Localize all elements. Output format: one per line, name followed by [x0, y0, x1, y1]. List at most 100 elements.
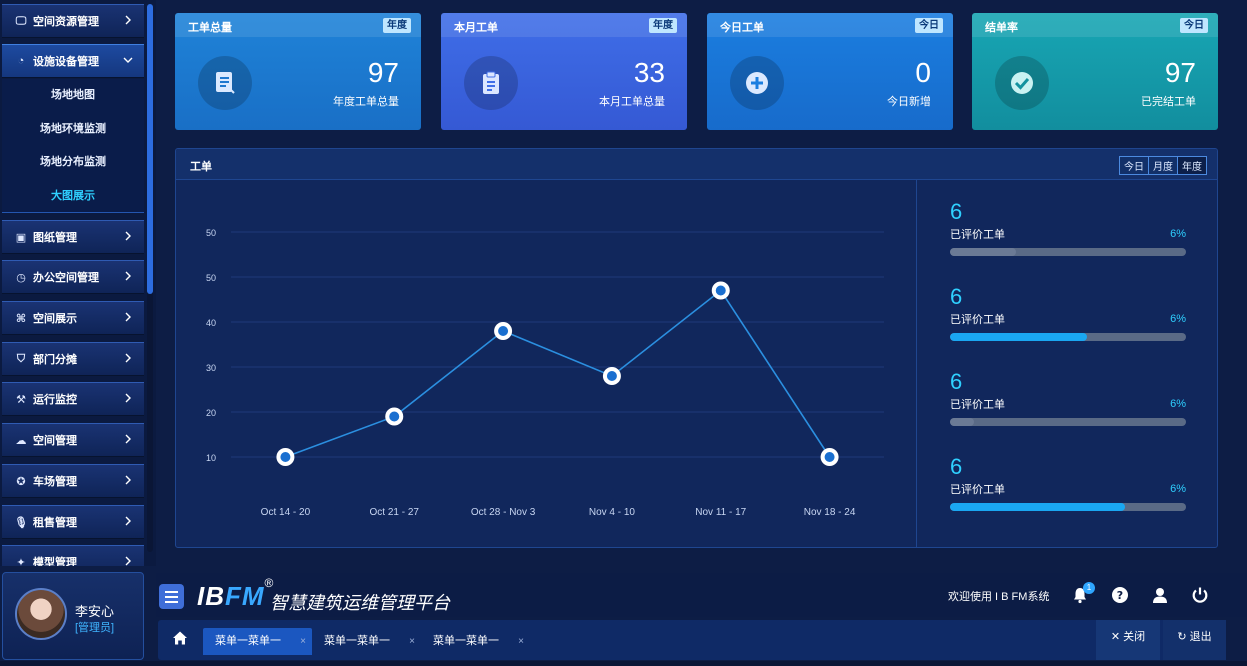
- chevron-right-icon: [125, 434, 131, 444]
- tab-year[interactable]: 年度: [1178, 157, 1206, 174]
- period-tabs: 今日 月度 年度: [1119, 156, 1207, 175]
- microphone-icon: 🎙: [14, 516, 28, 529]
- sidebar-item-space-resources[interactable]: 🖵 空间资源管理: [2, 4, 144, 38]
- chevron-right-icon: [125, 393, 131, 403]
- submenu-item-site-map[interactable]: 场地地图: [2, 79, 144, 113]
- progress-percent: 6%: [1170, 313, 1186, 325]
- card-badge: 年度: [383, 18, 411, 33]
- tab-today[interactable]: 今日: [1120, 157, 1149, 174]
- tab-month[interactable]: 月度: [1149, 157, 1178, 174]
- sidebar-item-parking[interactable]: ✪ 车场管理: [2, 464, 144, 498]
- facilities-submenu: 场地地图 场地环境监测 场地分布监测 大图展示: [2, 79, 144, 213]
- x-tick-label: Nov 4 - 10: [589, 507, 636, 518]
- stat-card-today-orders: 今日工单 今日 0 今日新增: [707, 13, 953, 130]
- close-icon[interactable]: ×: [409, 628, 415, 655]
- brand-logo: IBFM®: [197, 576, 274, 612]
- submenu-item-environment-monitor[interactable]: 场地环境监测: [2, 113, 144, 147]
- data-point: [606, 371, 617, 381]
- sidebar-item-label: 空间资源管理: [33, 16, 99, 28]
- basket-icon: ⛉: [16, 352, 26, 365]
- card-title: 今日工单: [720, 22, 764, 34]
- progress-value: 6: [950, 199, 963, 224]
- sidebar-item-space-display[interactable]: ⌘ 空间展示: [2, 301, 144, 335]
- submenu-item-big-screen[interactable]: 大图展示: [2, 180, 144, 214]
- progress-fill: [950, 503, 1125, 511]
- y-tick-label: 50: [206, 273, 216, 283]
- card-label: 年度工单总量: [333, 96, 399, 108]
- page-tab-2[interactable]: 菜单一菜单一 ×: [312, 628, 421, 655]
- sidebar-item-facilities[interactable]: ◔ 设施设备管理: [2, 44, 144, 78]
- sidebar-item-office-space[interactable]: ◷ 办公空间管理: [2, 260, 144, 294]
- sidebar-item-label: 模型管理: [33, 557, 77, 566]
- progress-value: 6: [950, 369, 963, 394]
- card-label: 已完结工单: [1141, 96, 1196, 108]
- tab-label: 菜单一菜单一: [215, 635, 281, 647]
- logout-button[interactable]: ↻ 退出: [1163, 620, 1226, 660]
- progress-item: 6 已评价工单 6%: [950, 369, 1186, 426]
- power-icon[interactable]: [1191, 586, 1209, 604]
- panel-title: 工单: [190, 161, 212, 173]
- sidebar-item-leasing[interactable]: 🎙 租售管理: [2, 505, 144, 539]
- avatar[interactable]: [15, 588, 67, 640]
- data-point: [715, 285, 726, 296]
- tab-label: 菜单一菜单一: [324, 635, 390, 647]
- card-badge: 今日: [1180, 18, 1208, 33]
- image-icon: ▣: [15, 231, 27, 244]
- menu-toggle-button[interactable]: [159, 584, 184, 609]
- sidebar-item-models[interactable]: ✦ 模型管理: [2, 545, 144, 566]
- cloud-icon: ☁: [15, 434, 27, 447]
- chevron-right-icon: [125, 231, 131, 241]
- y-tick-label: 30: [206, 363, 216, 373]
- sidebar-item-drawings[interactable]: ▣ 图纸管理: [2, 220, 144, 254]
- sidebar-item-label: 图纸管理: [33, 232, 77, 244]
- work-order-line-chart: 10 20 30 40 50 50 Oct 14 - 20 Oct 21 - 27 Oct 28…: [206, 228, 884, 518]
- progress-bar: [950, 418, 1186, 426]
- sidebar-item-operations-monitor[interactable]: ⚒ 运行监控: [2, 382, 144, 416]
- help-icon[interactable]: ?: [1111, 586, 1129, 604]
- chevron-right-icon: [125, 516, 131, 526]
- sidebar-item-label: 空间管理: [33, 435, 77, 447]
- x-tick-label: Oct 28 - Nov 3: [471, 507, 536, 518]
- hamburger-icon: [165, 600, 178, 603]
- card-value: 33: [633, 57, 665, 88]
- user-icon[interactable]: [1151, 586, 1169, 604]
- page-tab-1[interactable]: 菜单一菜单一 ×: [203, 628, 312, 655]
- progress-label: 已评价工单: [950, 399, 1005, 411]
- close-icon[interactable]: ×: [300, 628, 306, 655]
- close-tabs-button[interactable]: ✕ 关闭: [1096, 620, 1160, 660]
- chevron-down-icon: [123, 57, 133, 63]
- data-point: [824, 452, 835, 462]
- series-line: [285, 289, 831, 458]
- command-icon: ⌘: [15, 312, 27, 325]
- y-tick-label: 20: [206, 408, 216, 418]
- card-title: 工单总量: [188, 22, 232, 34]
- chevron-right-icon: [125, 475, 131, 485]
- page-tab-3[interactable]: 菜单一菜单一 ×: [421, 628, 530, 655]
- scrollbar-thumb[interactable]: [147, 4, 153, 294]
- brand-bar: IBFM® 智慧建筑运维管理平台 欢迎使用 I B FM系统 1 ?: [156, 573, 1247, 617]
- y-tick-label: 50: [206, 228, 216, 238]
- bottom-strip: [0, 661, 1247, 666]
- user-card: 李安心 [管理员]: [2, 572, 144, 660]
- data-point: [498, 326, 509, 336]
- card-title: 本月工单: [454, 22, 498, 34]
- progress-fill: [950, 333, 1087, 341]
- home-icon[interactable]: [172, 630, 188, 646]
- sidebar-scrollbar[interactable]: [147, 4, 153, 552]
- progress-fill: [950, 418, 974, 426]
- card-value: 97: [1164, 57, 1196, 88]
- card-label: 本月工单总量: [599, 96, 665, 108]
- progress-percent: 6%: [1170, 228, 1186, 240]
- model-icon: ✦: [16, 556, 26, 567]
- card-title: 结单率: [985, 22, 1018, 34]
- sidebar-item-label: 车场管理: [33, 476, 77, 488]
- x-tick-label: Nov 11 - 17: [695, 507, 746, 518]
- progress-label: 已评价工单: [950, 484, 1005, 496]
- divider: [916, 180, 917, 547]
- sidebar-item-department-share[interactable]: ⛉ 部门分摊: [2, 342, 144, 376]
- sidebar-item-space-management[interactable]: ☁ 空间管理: [2, 423, 144, 457]
- submenu-item-distribution-monitor[interactable]: 场地分布监测: [2, 146, 144, 180]
- close-icon[interactable]: ×: [518, 628, 524, 655]
- progress-value: 6: [950, 454, 963, 479]
- plus-circle-icon: [730, 56, 784, 110]
